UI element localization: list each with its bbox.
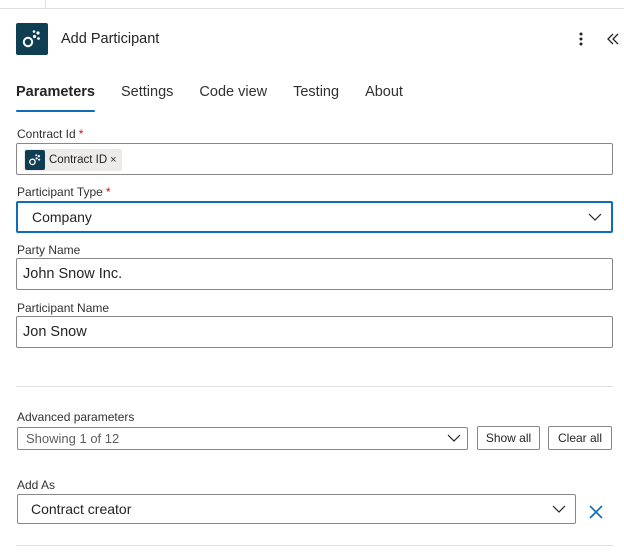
- connector-logo-icon: [25, 150, 45, 170]
- party-name-value: John Snow Inc.: [23, 266, 123, 282]
- clear-all-button[interactable]: Clear all: [548, 426, 612, 450]
- token-remove-icon[interactable]: ×: [110, 154, 116, 166]
- tab-parameters[interactable]: Parameters: [16, 82, 95, 112]
- contract-id-token[interactable]: Contract ID ×: [24, 149, 122, 171]
- more-vertical-icon[interactable]: [570, 27, 592, 51]
- show-all-button[interactable]: Show all: [477, 426, 540, 450]
- chevron-down-icon: [552, 505, 566, 513]
- advanced-parameters-label: Advanced parameters: [17, 410, 135, 424]
- participant-name-input[interactable]: Jon Snow: [16, 316, 613, 348]
- top-divider: [45, 0, 46, 9]
- party-name-input[interactable]: John Snow Inc.: [16, 258, 613, 290]
- contract-id-label: Contract Id *: [17, 127, 83, 141]
- contract-id-field[interactable]: Contract ID ×: [16, 143, 613, 175]
- required-mark: *: [105, 185, 111, 199]
- participant-name-label: Participant Name: [17, 301, 110, 315]
- add-as-select[interactable]: Contract creator: [17, 494, 576, 524]
- participant-type-value: Company: [32, 209, 92, 225]
- tab-settings[interactable]: Settings: [121, 82, 173, 112]
- connector-logo-icon: [16, 23, 48, 55]
- participant-name-value: Jon Snow: [23, 324, 87, 340]
- add-as-value: Contract creator: [31, 501, 132, 517]
- close-icon[interactable]: [587, 503, 605, 521]
- tab-bar: Parameters Settings Code view Testing Ab…: [16, 82, 429, 114]
- double-chevron-left-icon[interactable]: [603, 29, 623, 49]
- top-strip: [0, 0, 624, 9]
- tab-about[interactable]: About: [365, 82, 403, 112]
- advanced-parameters-select[interactable]: Showing 1 of 12: [17, 427, 468, 450]
- party-name-label: Party Name: [17, 243, 81, 257]
- add-as-label: Add As: [17, 478, 56, 492]
- chevron-down-icon: [447, 434, 461, 442]
- tab-testing[interactable]: Testing: [293, 82, 339, 112]
- contract-id-label-text: Contract Id: [17, 127, 76, 141]
- token-label: Contract ID: [49, 154, 108, 166]
- chevron-down-icon: [588, 213, 602, 221]
- participant-type-label: Participant Type *: [17, 185, 111, 199]
- bottom-divider: [16, 545, 613, 546]
- section-divider: [16, 386, 613, 387]
- participant-type-select[interactable]: Company: [16, 201, 613, 233]
- panel-header: Add Participant: [16, 23, 159, 55]
- advanced-parameters-value: Showing 1 of 12: [26, 431, 120, 446]
- participant-type-label-text: Participant Type: [17, 185, 103, 199]
- tab-code-view[interactable]: Code view: [199, 82, 267, 112]
- page-title: Add Participant: [61, 31, 160, 47]
- required-mark: *: [78, 127, 84, 141]
